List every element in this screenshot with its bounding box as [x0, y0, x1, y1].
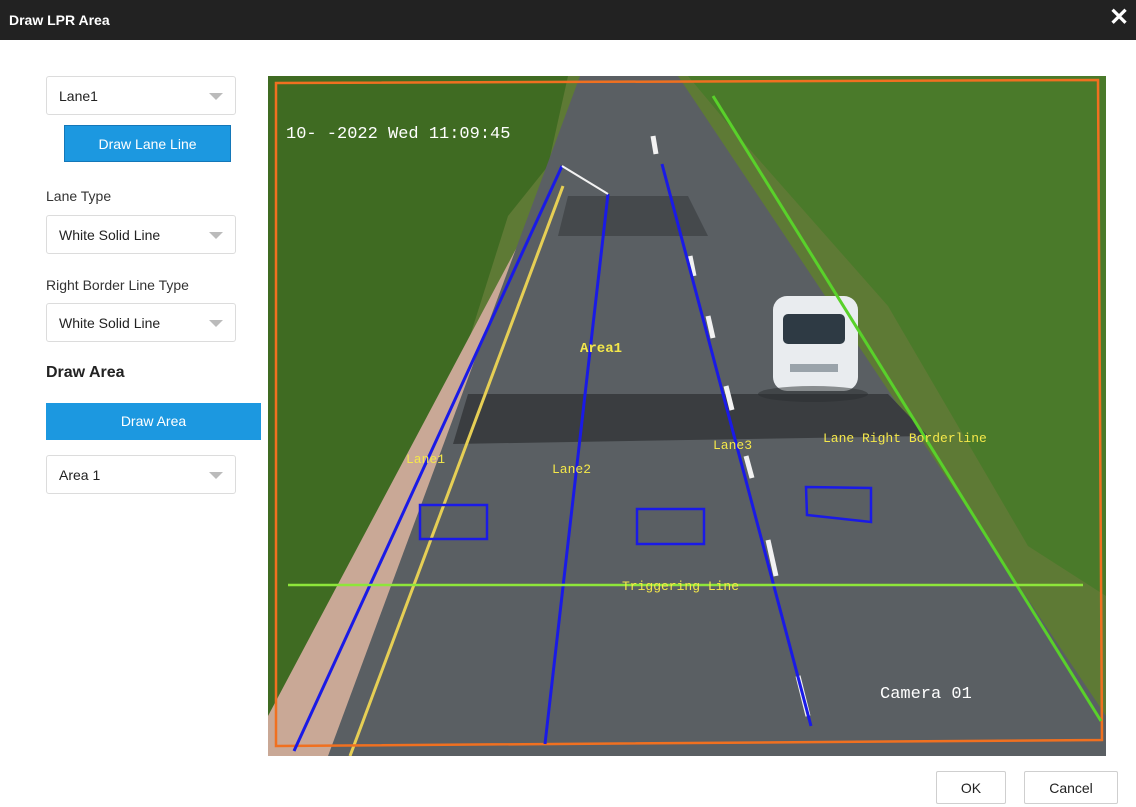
lane-select[interactable]: Lane1	[46, 76, 236, 115]
right-borderline-label: Lane Right Borderline	[823, 431, 987, 446]
lane-select-value: Lane1	[59, 88, 98, 104]
draw-lane-line-button[interactable]: Draw Lane Line	[64, 125, 231, 162]
lane1-label: Lane1	[406, 452, 445, 467]
area-select[interactable]: Area 1	[46, 455, 236, 494]
right-border-line-type-value: White Solid Line	[59, 315, 161, 331]
video-preview[interactable]: 10- -2022 Wed 11:09:45 Camera 01 Area1 L…	[268, 76, 1106, 756]
video-frame[interactable]: 10- -2022 Wed 11:09:45 Camera 01 Area1 L…	[268, 76, 1106, 756]
lane3-label: Lane3	[713, 438, 752, 453]
lane-type-value: White Solid Line	[59, 227, 161, 243]
dialog-titlebar: Draw LPR Area ✕	[0, 0, 1136, 40]
camera-name-osd: Camera 01	[880, 685, 972, 704]
lane-type-select[interactable]: White Solid Line	[46, 215, 236, 254]
cancel-button[interactable]: Cancel	[1024, 771, 1118, 804]
chevron-down-icon	[209, 320, 223, 327]
area-select-value: Area 1	[59, 467, 101, 483]
triggering-line-label: Triggering Line	[622, 579, 739, 594]
lane2-label: Lane2	[552, 462, 591, 477]
chevron-down-icon	[209, 93, 223, 100]
right-border-line-type-select[interactable]: White Solid Line	[46, 303, 236, 342]
lane-type-label: Lane Type	[46, 188, 112, 204]
draw-area-button[interactable]: Draw Area	[46, 403, 261, 440]
chevron-down-icon	[209, 472, 223, 479]
chevron-down-icon	[209, 232, 223, 239]
draw-area-heading: Draw Area	[46, 364, 125, 381]
ok-button[interactable]: OK	[936, 771, 1006, 804]
timestamp-osd: 10- -2022 Wed 11:09:45	[286, 125, 510, 144]
area1-label: Area1	[580, 341, 622, 357]
dialog-title: Draw LPR Area	[9, 12, 110, 28]
right-border-line-type-label: Right Border Line Type	[46, 277, 189, 293]
close-icon[interactable]: ✕	[1108, 6, 1130, 30]
road-band-top	[558, 196, 708, 236]
